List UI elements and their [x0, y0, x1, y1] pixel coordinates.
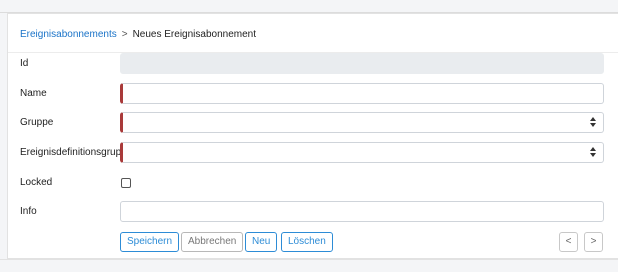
row-name: Name	[8, 83, 618, 105]
id-label: Id	[20, 58, 29, 69]
gruppe-select-box[interactable]	[120, 112, 604, 133]
delete-button[interactable]: Löschen	[281, 232, 333, 252]
name-label: Name	[20, 88, 47, 99]
row-locked: Locked	[8, 172, 618, 194]
new-button[interactable]: Neu	[245, 232, 278, 252]
top-strip	[0, 0, 618, 13]
updown-caret-icon	[590, 116, 596, 128]
ereignisdefinitionsgruppe-select[interactable]	[120, 142, 604, 163]
gruppe-label: Gruppe	[20, 117, 54, 128]
ereignisdefinitionsgruppe-select-box[interactable]	[120, 142, 604, 163]
locked-checkbox[interactable]	[121, 178, 131, 188]
form-card: Ereignisabonnements > Neues Ereignisabonne…	[7, 13, 618, 259]
row-gruppe: Gruppe	[8, 112, 618, 134]
save-button[interactable]: Speichern	[120, 232, 180, 252]
row-info: Info	[8, 201, 618, 223]
name-field[interactable]	[120, 83, 604, 104]
ereignisdefinitionsgruppe-label: Ereignisdefinitionsgruppe	[20, 147, 133, 158]
breadcrumb-separator: >	[121, 29, 128, 40]
locked-label: Locked	[20, 177, 53, 188]
updown-caret-icon	[590, 146, 596, 158]
breadcrumb-link-ereignisabonnements[interactable]: Ereignisabonnements	[20, 29, 117, 40]
row-id: Id	[8, 53, 618, 75]
breadcrumb-current: Neues Ereignisabonnement	[132, 29, 256, 40]
cancel-button[interactable]: Abbrechen	[181, 232, 244, 252]
next-button[interactable]: >	[584, 232, 603, 252]
id-field	[120, 53, 604, 74]
breadcrumb: Ereignisabonnements > Neues Ereignisabonne…	[20, 28, 256, 42]
row-ereignisdefinitionsgruppe: Ereignisdefinitionsgruppe	[8, 142, 618, 164]
gruppe-select[interactable]	[120, 112, 604, 133]
previous-button[interactable]: <	[559, 232, 578, 252]
info-field[interactable]	[120, 201, 604, 222]
info-label: Info	[20, 206, 37, 217]
bottom-strip	[0, 259, 618, 272]
